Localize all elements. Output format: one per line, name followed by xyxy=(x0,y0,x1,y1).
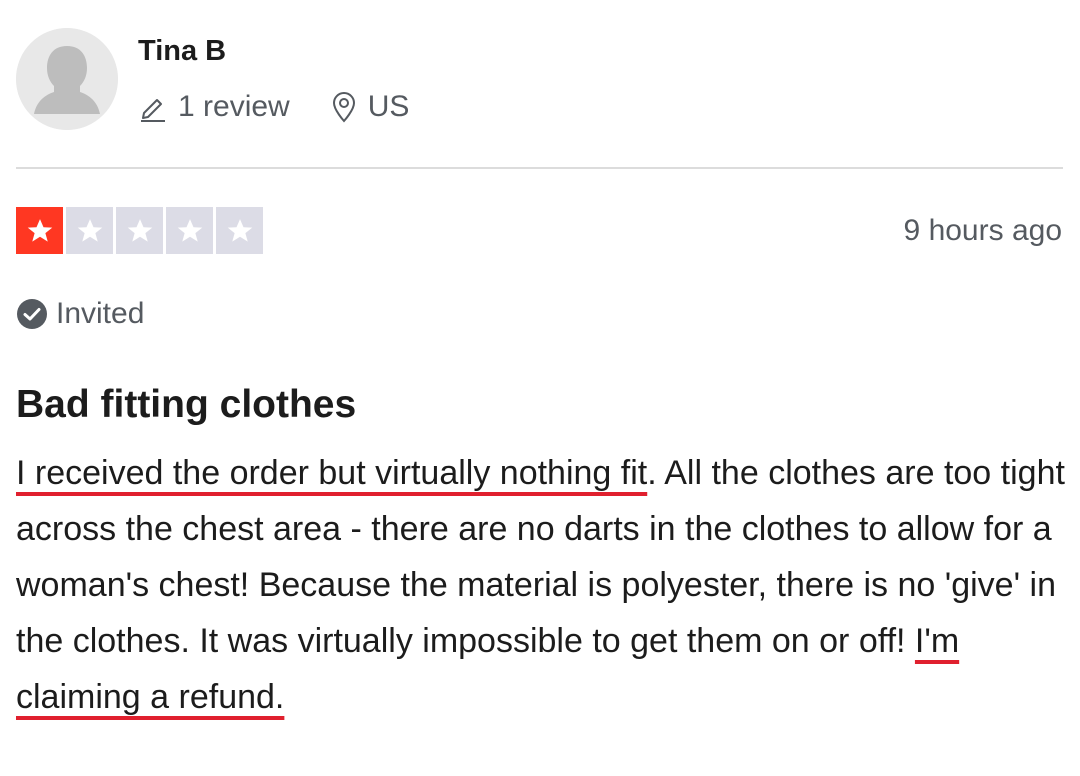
star-icon xyxy=(166,207,213,254)
invited-badge[interactable]: Invited xyxy=(16,296,144,332)
reviewer-meta: 1 review US xyxy=(138,88,409,126)
pencil-icon xyxy=(138,92,168,122)
location: US xyxy=(330,90,410,124)
star-icon xyxy=(216,207,263,254)
star-rating xyxy=(16,207,263,254)
star-icon xyxy=(16,207,63,254)
invited-label: Invited xyxy=(56,297,145,330)
review-count-label: 1 review xyxy=(178,90,290,123)
highlighted-text: I received the order but virtually nothi… xyxy=(16,454,648,492)
review-timestamp: 9 hours ago xyxy=(903,214,1062,247)
star-icon xyxy=(66,207,113,254)
check-circle-icon xyxy=(16,298,48,330)
avatar[interactable] xyxy=(16,28,118,130)
review-count: 1 review xyxy=(138,90,290,124)
reviewer-name[interactable]: Tina B xyxy=(138,34,226,68)
review-body: I received the order but virtually nothi… xyxy=(16,445,1066,725)
star-icon xyxy=(116,207,163,254)
location-pin-icon xyxy=(330,91,358,123)
user-silhouette-icon xyxy=(16,28,118,130)
location-label: US xyxy=(367,90,410,123)
review-title: Bad fitting clothes xyxy=(16,383,357,426)
divider xyxy=(16,167,1063,169)
